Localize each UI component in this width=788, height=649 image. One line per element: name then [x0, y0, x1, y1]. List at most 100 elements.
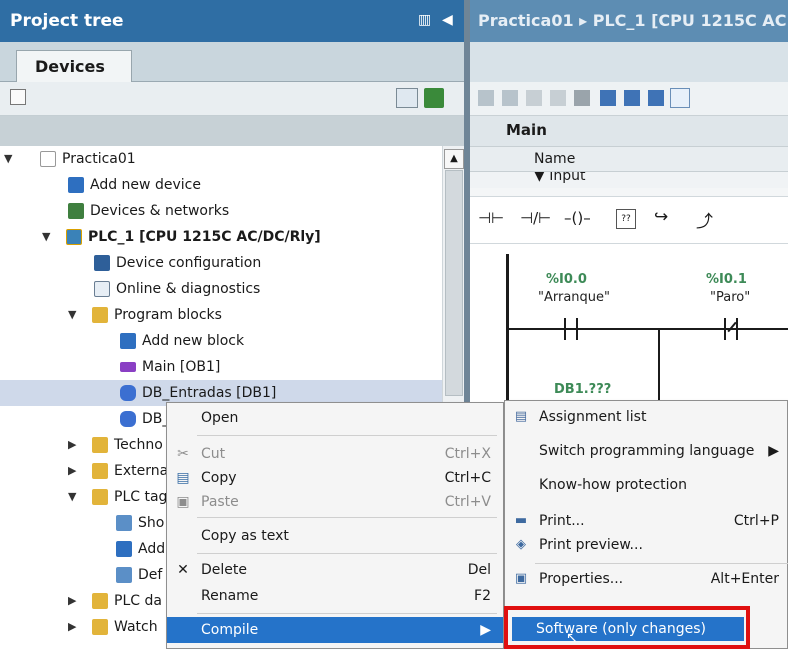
list-icon[interactable] [600, 90, 616, 106]
tag-table-icon [116, 567, 132, 583]
scrollbar-thumb[interactable] [445, 170, 463, 396]
tree-item-label: PLC tag [114, 489, 168, 505]
pane-layout-icon[interactable]: ▥ [418, 12, 431, 28]
menu-item-knowhow[interactable]: Know-how protection [505, 471, 787, 499]
project-tree-tabbar: Devices [0, 42, 466, 82]
menu-item-label: Open [201, 410, 239, 426]
add-icon [116, 541, 132, 557]
tree-item-label: Sho [138, 515, 165, 531]
contact-arranque-right[interactable] [576, 318, 578, 340]
expand-arrow-icon[interactable]: ▼ [4, 146, 12, 172]
tree-item-add-block[interactable]: Add new block [0, 328, 442, 354]
delete-network-icon[interactable] [502, 90, 518, 106]
tree-item-project[interactable]: ▼ Practica01 [0, 146, 442, 172]
no-contact-icon[interactable]: ⊣⊢ [478, 209, 504, 227]
new-group-icon[interactable] [10, 89, 26, 105]
menu-item-print-preview[interactable]: ◈ Print preview... [505, 531, 787, 559]
expand-arrow-icon[interactable]: ▶ [68, 588, 76, 614]
project-tree-title: Project tree [10, 11, 124, 31]
folder-icon [92, 619, 108, 635]
delete-x-icon: ✕ [177, 562, 189, 578]
rung-wire [508, 328, 788, 330]
tree-item-label: Def [138, 567, 163, 583]
tree-item-label: PLC_1 [CPU 1215C AC/DC/Rly] [88, 229, 321, 245]
highlight-box [504, 606, 750, 649]
interface-column-header: Name [470, 146, 788, 172]
expand-arrow-icon[interactable]: ▼ [68, 302, 76, 328]
tree-item-label: Externa [114, 463, 169, 479]
menu-shortcut: F2 [474, 588, 491, 604]
menu-shortcut: Ctrl+V [444, 494, 491, 510]
menu-shortcut: Ctrl+C [444, 470, 491, 486]
comment-icon[interactable] [670, 88, 690, 108]
collapse-pane-icon[interactable]: ◀ [442, 12, 453, 28]
tree-item-label: Practica01 [62, 151, 136, 167]
tree-item-program-blocks[interactable]: ▼ Program blocks [0, 302, 442, 328]
add-row-icon[interactable] [550, 90, 566, 106]
context-menu: Open ✂ Cut Ctrl+X ▤ Copy Ctrl+C ▣ Paste … [166, 402, 504, 649]
overview-icon[interactable] [396, 88, 418, 108]
expand-arrow-icon[interactable]: ▶ [68, 614, 76, 640]
contact-paro[interactable] [724, 318, 726, 340]
diagnostics-icon [94, 281, 110, 297]
menu-item-properties[interactable]: ▣ Properties... Alt+Enter [505, 565, 787, 593]
tag-icon[interactable] [574, 90, 590, 106]
menu-item-rename[interactable]: Rename F2 [167, 583, 503, 609]
editor-toolbar [470, 82, 788, 116]
menu-item-paste[interactable]: ▣ Paste Ctrl+V [167, 489, 503, 515]
menu-item-delete[interactable]: ✕ Delete Del [167, 557, 503, 583]
tree-item-label: Online & diagnostics [116, 281, 261, 297]
menu-item-label: Copy as text [201, 528, 289, 544]
contact-tag: "Paro" [710, 290, 751, 305]
folder-icon [92, 593, 108, 609]
table-icon[interactable] [624, 90, 640, 106]
folder-icon [92, 307, 108, 323]
insert-network-icon[interactable] [478, 90, 494, 106]
tree-item-device-config[interactable]: Device configuration [0, 250, 442, 276]
tab-devices[interactable]: Devices [16, 50, 132, 82]
interface-row-input[interactable]: ▼ Input [470, 172, 788, 188]
tag-table-icon [116, 515, 132, 531]
tree-item-add-device[interactable]: Add new device [0, 172, 442, 198]
expand-arrow-icon[interactable]: ▶ [68, 432, 76, 458]
refresh-icon[interactable] [424, 88, 444, 108]
menu-item-label: Cut [201, 446, 226, 462]
tree-item-main-ob1[interactable]: Main [OB1] [0, 354, 442, 380]
expand-arrow-icon[interactable]: ▼ [42, 224, 50, 250]
expand-arrow-icon[interactable]: ▶ [68, 458, 76, 484]
columns-icon[interactable] [648, 90, 664, 106]
tree-subheader [0, 116, 466, 146]
tree-item-online-diag[interactable]: Online & diagnostics [0, 276, 442, 302]
menu-item-cut[interactable]: ✂ Cut Ctrl+X [167, 441, 503, 467]
menu-item-compile[interactable]: Compile ▶ [167, 617, 503, 643]
expand-arrow-icon[interactable]: ▼ [68, 484, 76, 510]
close-branch-icon[interactable]: ⤴ [696, 207, 713, 232]
contact-address: %I0.0 [546, 272, 587, 287]
submenu-arrow-icon: ▶ [480, 622, 491, 638]
coil-icon[interactable]: –()– [564, 209, 591, 227]
folder-icon [92, 437, 108, 453]
contact-paro-right[interactable] [736, 318, 738, 340]
nc-contact-icon[interactable]: ⊣/⊢ [520, 209, 551, 227]
empty-box-icon[interactable]: ?? [616, 209, 636, 229]
menu-item-open[interactable]: Open [167, 405, 503, 431]
tree-item-plc[interactable]: ▼ PLC_1 [CPU 1215C AC/DC/Rly] [0, 224, 442, 250]
menu-item-copy[interactable]: ▤ Copy Ctrl+C [167, 465, 503, 491]
tree-item-devices-networks[interactable]: Devices & networks [0, 198, 442, 224]
tree-item-label: Device configuration [116, 255, 262, 271]
contact-arranque[interactable] [564, 318, 566, 340]
device-config-icon [94, 255, 110, 271]
scroll-up-icon[interactable]: ▲ [444, 149, 464, 169]
add-device-icon [68, 177, 84, 193]
menu-item-copy-as-text[interactable]: Copy as text [167, 523, 503, 549]
insert-row-icon[interactable] [526, 90, 542, 106]
network-icon [68, 203, 84, 219]
menu-divider [197, 517, 497, 518]
menu-item-switch-language[interactable]: Switch programming language ▶ [505, 437, 787, 465]
copy-icon: ▤ [176, 470, 190, 486]
menu-item-label: Paste [201, 494, 239, 510]
open-branch-icon[interactable]: ↪ [654, 207, 668, 227]
mouse-cursor-icon: ↖ [566, 630, 578, 646]
menu-item-label: Copy [201, 470, 237, 486]
menu-item-assignment-list[interactable]: ▤ Assignment list [505, 403, 787, 431]
